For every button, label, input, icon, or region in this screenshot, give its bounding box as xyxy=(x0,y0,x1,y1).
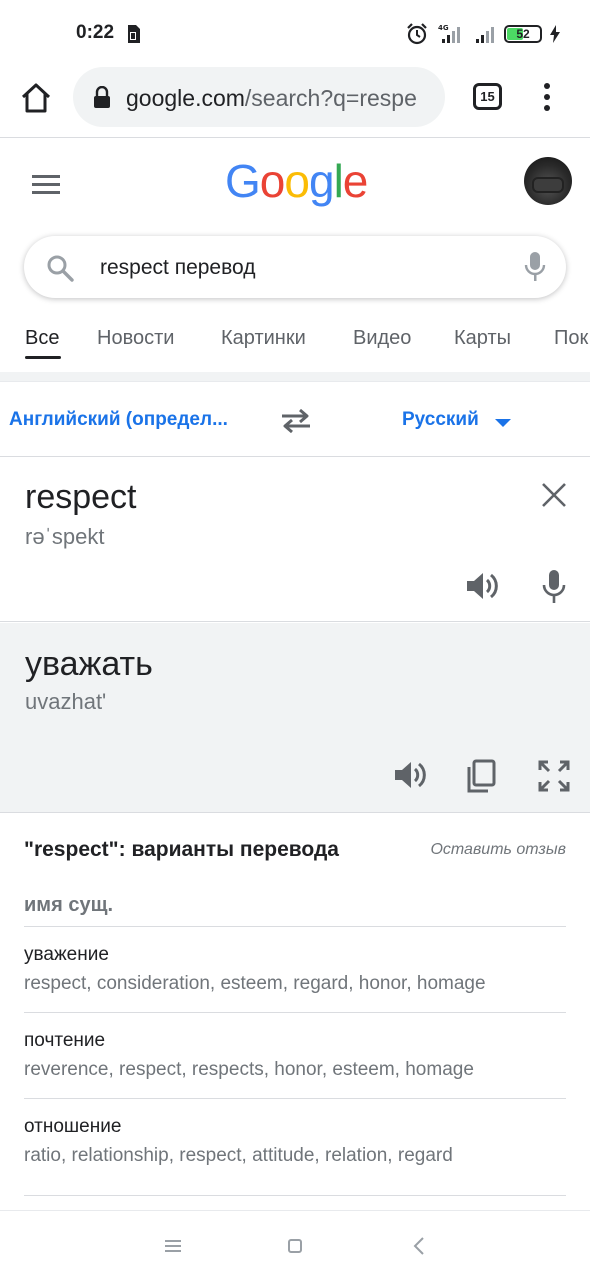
translator-language-row: Английский (определ... Русский xyxy=(0,383,590,457)
url-text: google.com/search?q=respe xyxy=(126,85,417,112)
status-bar: 0:22 4G 52 xyxy=(0,0,590,66)
signal-icon: 4G xyxy=(438,24,460,43)
tab-maps[interactable]: Карты xyxy=(454,327,511,350)
translation-synonyms: ratio, relationship, respect, attitude, … xyxy=(24,1145,453,1166)
caret-down-icon[interactable] xyxy=(495,419,511,427)
google-logo[interactable]: Google xyxy=(225,155,368,224)
sim-icon xyxy=(128,25,140,43)
translation-word: уважение xyxy=(24,944,109,965)
charging-icon xyxy=(550,25,560,43)
more-vert-icon[interactable] xyxy=(537,82,557,112)
speaker-icon[interactable] xyxy=(393,760,427,790)
source-language-select[interactable]: Английский (определ... xyxy=(9,409,228,431)
translation-transliteration: uvazhat' xyxy=(25,689,107,714)
nav-home-icon[interactable] xyxy=(288,1239,302,1253)
tab-news[interactable]: Новости xyxy=(97,327,174,350)
nav-back-icon[interactable] xyxy=(413,1237,425,1255)
fullscreen-icon[interactable] xyxy=(538,760,570,792)
signal-icon xyxy=(476,27,494,43)
svg-text:Google: Google xyxy=(225,157,367,207)
source-panel: respect rəˈspekt xyxy=(0,458,590,622)
source-text[interactable]: respect xyxy=(25,478,137,517)
status-icons: 4G 52 xyxy=(406,22,560,46)
browser-toolbar: google.com/search?q=respe 15 xyxy=(0,66,590,138)
speaker-icon[interactable] xyxy=(465,571,499,601)
translation-text: уважать xyxy=(25,645,153,683)
copy-icon[interactable] xyxy=(466,759,496,793)
search-input[interactable]: respect перевод xyxy=(100,256,256,280)
mic-icon[interactable] xyxy=(542,570,566,604)
address-bar[interactable]: google.com/search?q=respe xyxy=(73,67,445,127)
active-tab-indicator xyxy=(25,356,61,359)
tab-images[interactable]: Картинки xyxy=(221,327,306,350)
alarm-icon xyxy=(407,23,427,45)
home-icon[interactable] xyxy=(18,80,54,116)
battery-icon: 52 xyxy=(504,25,542,43)
tabs-icon[interactable]: 15 xyxy=(473,83,502,110)
url-host: google.com xyxy=(126,85,245,111)
mic-icon[interactable] xyxy=(524,252,546,282)
translation-synonyms: respect, consideration, esteem, regard, … xyxy=(24,973,486,994)
swap-icon[interactable] xyxy=(280,407,312,433)
list-item[interactable]: уважение respect, consideration, esteem,… xyxy=(24,926,566,1012)
translation-synonyms: reverence, respect, respects, honor, est… xyxy=(24,1059,474,1080)
target-language-select[interactable]: Русский xyxy=(402,409,479,431)
source-phonetic: rəˈspekt xyxy=(25,524,105,549)
target-panel: уважать uvazhat' xyxy=(0,623,590,813)
network-label: 4G xyxy=(438,24,449,32)
search-icon xyxy=(47,255,74,282)
google-logo-image: Google xyxy=(225,155,368,207)
tab-count: 15 xyxy=(480,89,495,104)
hamburger-icon[interactable] xyxy=(32,174,60,196)
android-nav-bar xyxy=(0,1210,590,1280)
section-divider xyxy=(0,372,590,382)
tab-more[interactable]: Пок xyxy=(554,327,588,350)
definitions-title: "respect": варианты перевода xyxy=(24,838,339,861)
list-item[interactable]: почтение reverence, respect, respects, h… xyxy=(24,1012,566,1098)
status-time: 0:22 xyxy=(76,22,115,43)
tab-all[interactable]: Все xyxy=(25,327,59,350)
lock-icon xyxy=(94,86,110,108)
list-item[interactable]: отношение ratio, relationship, respect, … xyxy=(24,1098,566,1184)
part-of-speech-label: имя сущ. xyxy=(24,894,113,916)
url-path: /search?q=respe xyxy=(244,85,417,111)
divider xyxy=(24,1195,566,1196)
tab-video[interactable]: Видео xyxy=(353,327,411,350)
search-tabs: Все Новости Картинки Видео Карты Пок xyxy=(0,318,590,374)
nav-menu-icon[interactable] xyxy=(165,1239,181,1253)
search-box[interactable]: respect перевод xyxy=(24,236,566,298)
close-icon[interactable] xyxy=(541,482,567,508)
avatar[interactable] xyxy=(524,157,572,205)
battery-level: 52 xyxy=(516,27,530,41)
feedback-link[interactable]: Оставить отзыв xyxy=(430,841,566,859)
translation-word: отношение xyxy=(24,1116,122,1137)
translation-word: почтение xyxy=(24,1030,106,1051)
